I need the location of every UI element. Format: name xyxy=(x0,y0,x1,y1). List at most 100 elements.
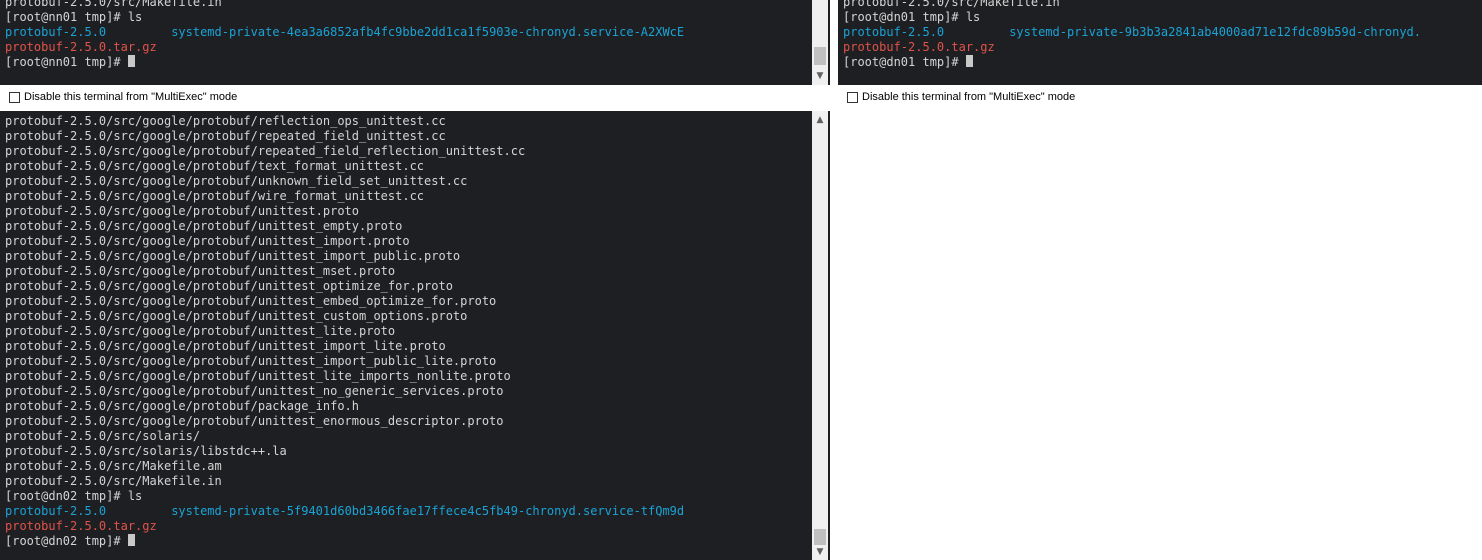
terminal-line: protobuf-2.5.0/src/google/protobuf/unitt… xyxy=(0,384,830,399)
terminal-text: protobuf-2.5.0/src/Makefile.am xyxy=(5,459,222,473)
chevron-down-icon[interactable]: ▼ xyxy=(812,545,828,559)
terminal-line: protobuf-2.5.0/src/google/protobuf/unitt… xyxy=(0,294,830,309)
terminal-line: protobuf-2.5.0/src/google/protobuf/unitt… xyxy=(0,204,830,219)
terminal-line: protobuf-2.5.0/src/solaris/ xyxy=(0,429,830,444)
terminal-line: protobuf-2.5.0/src/google/protobuf/unitt… xyxy=(0,309,830,324)
archive-file-name: protobuf-2.5.0.tar.gz xyxy=(5,40,157,54)
terminal-text: [root@dn01 tmp]# ls xyxy=(843,10,981,24)
terminal-text: protobuf-2.5.0/src/Makefile.in xyxy=(5,0,222,9)
terminal-prompt[interactable]: [root@dn01 tmp]# xyxy=(838,55,1482,70)
directory-name: systemd-private-9b3b3a2841ab4000ad71e12f… xyxy=(1009,25,1421,39)
directory-name: protobuf-2.5.0 xyxy=(5,504,107,518)
directory-name: protobuf-2.5.0 xyxy=(5,25,107,39)
terminal-text: protobuf-2.5.0/src/Makefile.in xyxy=(5,474,222,488)
scrollbar-thumb[interactable] xyxy=(814,529,826,545)
terminal-line: [root@dn01 tmp]# ls xyxy=(838,10,1482,25)
chevron-down-icon[interactable]: ▼ xyxy=(812,69,828,83)
terminal-prompt[interactable]: [root@dn02 tmp]# xyxy=(0,534,830,549)
terminal-prompt[interactable]: [root@nn01 tmp]# xyxy=(0,55,830,70)
text-cursor xyxy=(965,55,973,67)
terminal-line: protobuf-2.5.0/src/google/protobuf/refle… xyxy=(0,114,830,129)
prompt-text: [root@dn02 tmp]# xyxy=(5,534,128,548)
directory-name: systemd-private-5f9401d60bd3466fae17ffec… xyxy=(171,504,685,518)
terminal-line: protobuf-2.5.0/src/google/protobuf/unkno… xyxy=(0,174,830,189)
terminal-text: protobuf-2.5.0/src/solaris/libstdc++.la xyxy=(5,444,287,458)
terminal-dn02[interactable]: protobuf-2.5.0/src/google/protobuf/refle… xyxy=(0,111,830,560)
terminal-line: protobuf-2.5.0.tar.gz xyxy=(838,40,1482,55)
directory-name: protobuf-2.5.0 xyxy=(843,25,945,39)
terminal-dn01[interactable]: protobuf-2.5.0/src/Makefile.in [root@dn01… xyxy=(838,0,1482,85)
terminal-line: protobuf-2.5.0/src/google/protobuf/unitt… xyxy=(0,339,830,354)
terminal-line: protobuf-2.5.0/src/google/protobuf/unitt… xyxy=(0,414,830,429)
terminal-line: protobuf-2.5.0/src/Makefile.in xyxy=(0,474,830,489)
prompt-text: [root@nn01 tmp]# xyxy=(5,55,128,69)
terminal-text: protobuf-2.5.0/src/google/protobuf/unitt… xyxy=(5,219,403,233)
terminal-line: protobuf-2.5.0/src/google/protobuf/packa… xyxy=(0,399,830,414)
multiexec-label: Disable this terminal from "MultiExec" m… xyxy=(862,91,1076,103)
terminal-line: protobuf-2.5.0/src/google/protobuf/repea… xyxy=(0,129,830,144)
terminal-output: protobuf-2.5.0/src/google/protobuf/refle… xyxy=(0,114,830,549)
terminal-line: protobuf-2.5.0.tar.gz xyxy=(0,40,830,55)
terminal-text: protobuf-2.5.0/src/Makefile.in xyxy=(843,0,1060,9)
terminal-text: protobuf-2.5.0/src/google/protobuf/unitt… xyxy=(5,369,511,383)
terminal-line: protobuf-2.5.0/src/google/protobuf/unitt… xyxy=(0,354,830,369)
terminal-line: protobuf-2.5.0.tar.gz xyxy=(0,519,830,534)
terminal-line: protobuf-2.5.0/src/google/protobuf/unitt… xyxy=(0,249,830,264)
text-cursor xyxy=(127,55,135,67)
terminal-text: protobuf-2.5.0/src/google/protobuf/unitt… xyxy=(5,414,504,428)
terminal-line: protobuf-2.5.0/src/google/protobuf/text_… xyxy=(0,159,830,174)
multiexec-checkbox[interactable] xyxy=(847,91,858,103)
archive-file-name: protobuf-2.5.0.tar.gz xyxy=(843,40,995,54)
terminal-text: protobuf-2.5.0/src/google/protobuf/unitt… xyxy=(5,309,468,323)
terminal-text: protobuf-2.5.0/src/google/protobuf/unkno… xyxy=(5,174,468,188)
terminal-text: protobuf-2.5.0/src/google/protobuf/wire_… xyxy=(5,189,425,203)
terminal-text: protobuf-2.5.0/src/google/protobuf/unitt… xyxy=(5,354,497,368)
terminal-text: protobuf-2.5.0/src/google/protobuf/unitt… xyxy=(5,204,360,218)
terminal-line: protobuf-2.5.0 systemd-private-9b3b3a284… xyxy=(838,25,1482,40)
chevron-up-icon[interactable]: ▲ xyxy=(812,113,828,127)
terminal-line: protobuf-2.5.0/src/Makefile.in xyxy=(0,0,830,10)
multiexec-toggle-right[interactable]: Disable this terminal from "MultiExec" m… xyxy=(847,91,1075,103)
terminal-text: protobuf-2.5.0/src/google/protobuf/refle… xyxy=(5,114,446,128)
terminal-line: protobuf-2.5.0 systemd-private-5f9401d60… xyxy=(0,504,830,519)
terminal-line: protobuf-2.5.0/src/google/protobuf/wire_… xyxy=(0,189,830,204)
terminal-line: protobuf-2.5.0/src/Makefile.in xyxy=(838,0,1482,10)
terminal-line: protobuf-2.5.0/src/Makefile.am xyxy=(0,459,830,474)
terminal-text: [root@nn01 tmp]# ls xyxy=(5,10,143,24)
terminal-line: protobuf-2.5.0/src/google/protobuf/unitt… xyxy=(0,234,830,249)
terminal-line: protobuf-2.5.0/src/solaris/libstdc++.la xyxy=(0,444,830,459)
terminal-output: protobuf-2.5.0/src/Makefile.in [root@dn01… xyxy=(838,0,1482,70)
terminal-text: protobuf-2.5.0/src/google/protobuf/repea… xyxy=(5,129,446,143)
terminal-text: protobuf-2.5.0/src/google/protobuf/unitt… xyxy=(5,264,396,278)
multiexec-checkbox[interactable] xyxy=(9,91,20,103)
terminal-text: protobuf-2.5.0/src/google/protobuf/unitt… xyxy=(5,279,453,293)
scrollbar-thumb[interactable] xyxy=(814,47,826,65)
terminal-line: protobuf-2.5.0/src/google/protobuf/unitt… xyxy=(0,219,830,234)
terminal-text: protobuf-2.5.0/src/google/protobuf/unitt… xyxy=(5,339,446,353)
terminal-line: protobuf-2.5.0/src/google/protobuf/unitt… xyxy=(0,369,830,384)
terminal-text: protobuf-2.5.0/src/google/protobuf/unitt… xyxy=(5,234,410,248)
prompt-text: [root@dn01 tmp]# xyxy=(843,55,966,69)
terminal-text: [root@dn02 tmp]# ls xyxy=(5,489,143,503)
multiexec-toggle-left[interactable]: Disable this terminal from "MultiExec" m… xyxy=(9,91,237,103)
terminal-line: protobuf-2.5.0/src/google/protobuf/unitt… xyxy=(0,264,830,279)
terminal-text: protobuf-2.5.0/src/google/protobuf/unitt… xyxy=(5,324,396,338)
scrollbar[interactable]: ▲ ▼ xyxy=(812,111,828,560)
scrollbar[interactable]: ▼ xyxy=(812,0,828,85)
terminal-line: protobuf-2.5.0/src/google/protobuf/unitt… xyxy=(0,324,830,339)
terminal-line: [root@nn01 tmp]# ls xyxy=(0,10,830,25)
terminal-line: protobuf-2.5.0 systemd-private-4ea3a6852… xyxy=(0,25,830,40)
terminal-text: protobuf-2.5.0/src/google/protobuf/text_… xyxy=(5,159,425,173)
terminal-text: protobuf-2.5.0/src/google/protobuf/unitt… xyxy=(5,249,461,263)
terminal-nn01[interactable]: protobuf-2.5.0/src/Makefile.in [root@nn01… xyxy=(0,0,830,85)
text-cursor xyxy=(127,534,135,546)
terminal-text: protobuf-2.5.0/src/google/protobuf/packa… xyxy=(5,399,360,413)
terminal-text: protobuf-2.5.0/src/google/protobuf/repea… xyxy=(5,144,526,158)
multiexec-label: Disable this terminal from "MultiExec" m… xyxy=(24,91,238,103)
terminal-output: protobuf-2.5.0/src/Makefile.in [root@nn01… xyxy=(0,0,830,70)
terminal-line: protobuf-2.5.0/src/google/protobuf/unitt… xyxy=(0,279,830,294)
terminal-line: [root@dn02 tmp]# ls xyxy=(0,489,830,504)
